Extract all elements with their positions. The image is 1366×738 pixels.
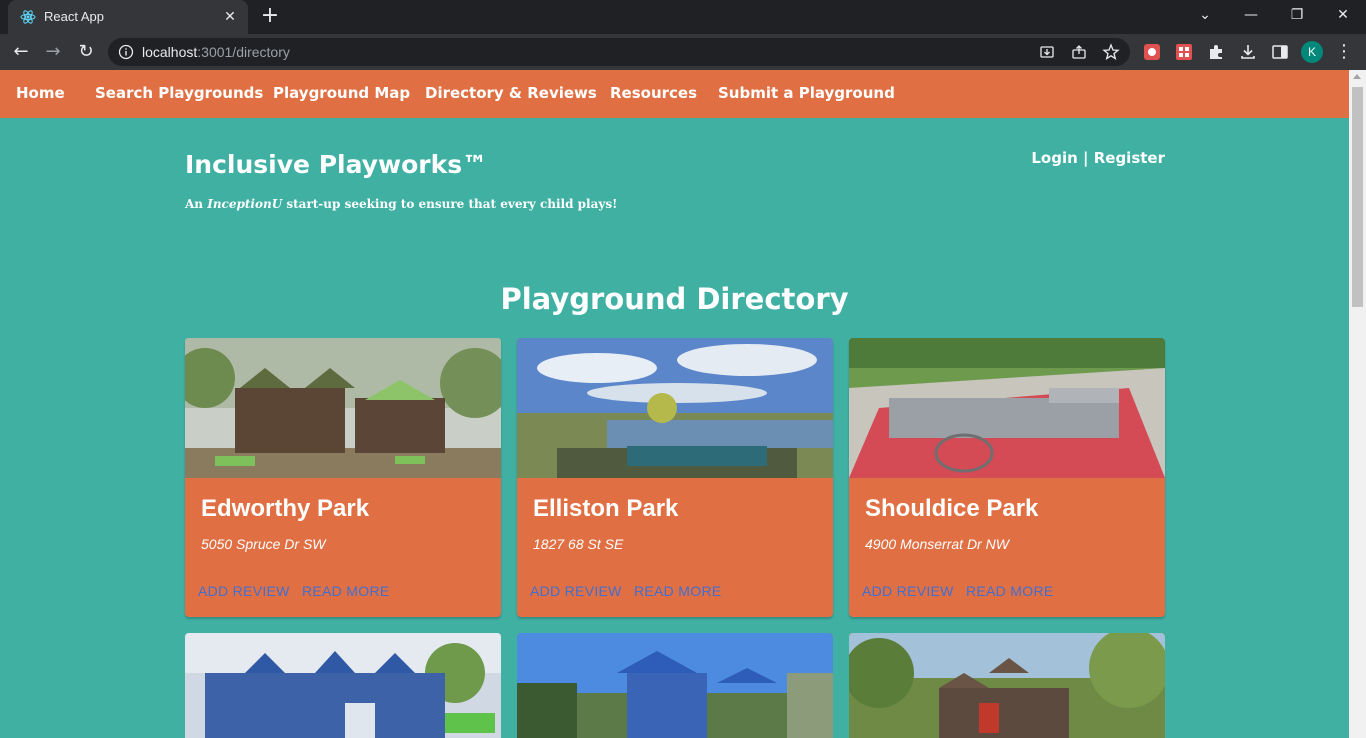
park-photo-image — [185, 338, 501, 478]
nav-submit-playground[interactable]: Submit a Playground — [718, 84, 895, 102]
restore-icon[interactable]: ❐ — [1274, 0, 1320, 32]
minimize-icon[interactable]: — — [1228, 0, 1274, 32]
window-close-icon[interactable]: ✕ — [1320, 0, 1366, 32]
new-tab-icon[interactable]: + — [258, 5, 282, 29]
park-card — [185, 633, 501, 738]
read-more-button[interactable]: READ MORE — [966, 583, 1054, 599]
nav-directory-reviews[interactable]: Directory & Reviews — [425, 84, 597, 102]
park-address: 1827 68 St SE — [533, 536, 624, 552]
close-tab-icon[interactable]: ✕ — [220, 7, 240, 27]
side-panel-icon[interactable] — [1271, 43, 1289, 61]
scrollbar-thumb[interactable] — [1352, 87, 1363, 307]
nav-home[interactable]: Home — [16, 84, 65, 102]
bookmark-star-icon[interactable] — [1102, 43, 1120, 61]
page-scrollbar[interactable] — [1349, 70, 1366, 738]
park-card: Edworthy Park 5050 Spruce Dr SW ADD REVI… — [185, 338, 501, 617]
park-card: Shouldice Park 4900 Monserrat Dr NW ADD … — [849, 338, 1165, 617]
park-name: Shouldice Park — [865, 495, 1039, 522]
add-review-button[interactable]: ADD REVIEW — [862, 583, 954, 599]
extension-grid-icon[interactable] — [1175, 43, 1193, 61]
register-link[interactable]: Register — [1094, 149, 1165, 167]
park-name: Elliston Park — [533, 495, 679, 522]
park-card — [849, 633, 1165, 738]
tab-search-icon[interactable]: ⌄ — [1182, 0, 1228, 32]
scroll-up-icon[interactable] — [1353, 74, 1361, 79]
park-photo-image — [849, 633, 1165, 738]
read-more-button[interactable]: READ MORE — [302, 583, 390, 599]
page-content: Home Search Playgrounds Playground Map D… — [0, 70, 1349, 738]
login-link[interactable]: Login — [1031, 149, 1077, 167]
site-info-icon[interactable] — [118, 44, 134, 60]
back-icon[interactable]: ← — [8, 40, 34, 64]
site-navbar: Home Search Playgrounds Playground Map D… — [0, 70, 1349, 118]
park-name: Edworthy Park — [201, 495, 370, 522]
park-card: Elliston Park 1827 68 St SE ADD REVIEW R… — [517, 338, 833, 617]
install-app-icon[interactable] — [1038, 43, 1056, 61]
share-icon[interactable] — [1070, 43, 1088, 61]
reload-icon[interactable]: ↻ — [73, 40, 99, 64]
site-brand-title: Inclusive Playworks™ — [185, 150, 488, 179]
nav-search-playgrounds[interactable]: Search Playgrounds — [95, 84, 263, 102]
directory-title: Playground Directory — [500, 282, 849, 316]
extension-red-icon[interactable] — [1143, 43, 1161, 61]
park-card — [517, 633, 833, 738]
park-photo-image — [849, 338, 1165, 478]
address-bar[interactable]: localhost:3001/directory — [108, 38, 1130, 66]
nav-playground-map[interactable]: Playground Map — [273, 84, 410, 102]
react-icon — [20, 10, 36, 24]
read-more-button[interactable]: READ MORE — [634, 583, 722, 599]
auth-links: Login | Register — [1031, 149, 1165, 167]
park-address: 4900 Monserrat Dr NW — [865, 536, 1009, 552]
profile-avatar[interactable]: K — [1301, 41, 1323, 63]
park-photo-image — [517, 338, 833, 478]
tab-title: React App — [44, 9, 104, 24]
forward-icon[interactable]: → — [40, 40, 66, 64]
url-text: localhost:3001/directory — [142, 44, 290, 60]
downloads-icon[interactable] — [1239, 43, 1257, 61]
park-photo-image — [185, 633, 501, 738]
browser-tab[interactable]: React App ✕ — [8, 0, 248, 34]
park-address: 5050 Spruce Dr SW — [201, 536, 326, 552]
park-photo-image — [517, 633, 833, 738]
add-review-button[interactable]: ADD REVIEW — [530, 583, 622, 599]
browser-tab-bar: React App ✕ + ⌄ — ❐ ✕ — [0, 0, 1366, 34]
extensions-puzzle-icon[interactable] — [1207, 43, 1225, 61]
browser-toolbar: ← → ↻ localhost:3001/directory K ⋮ — [0, 34, 1366, 70]
add-review-button[interactable]: ADD REVIEW — [198, 583, 290, 599]
site-tagline: An InceptionU start-up seeking to ensure… — [185, 197, 618, 211]
nav-resources[interactable]: Resources — [610, 84, 697, 102]
auth-separator: | — [1077, 149, 1094, 167]
browser-menu-icon[interactable]: ⋮ — [1334, 40, 1354, 64]
